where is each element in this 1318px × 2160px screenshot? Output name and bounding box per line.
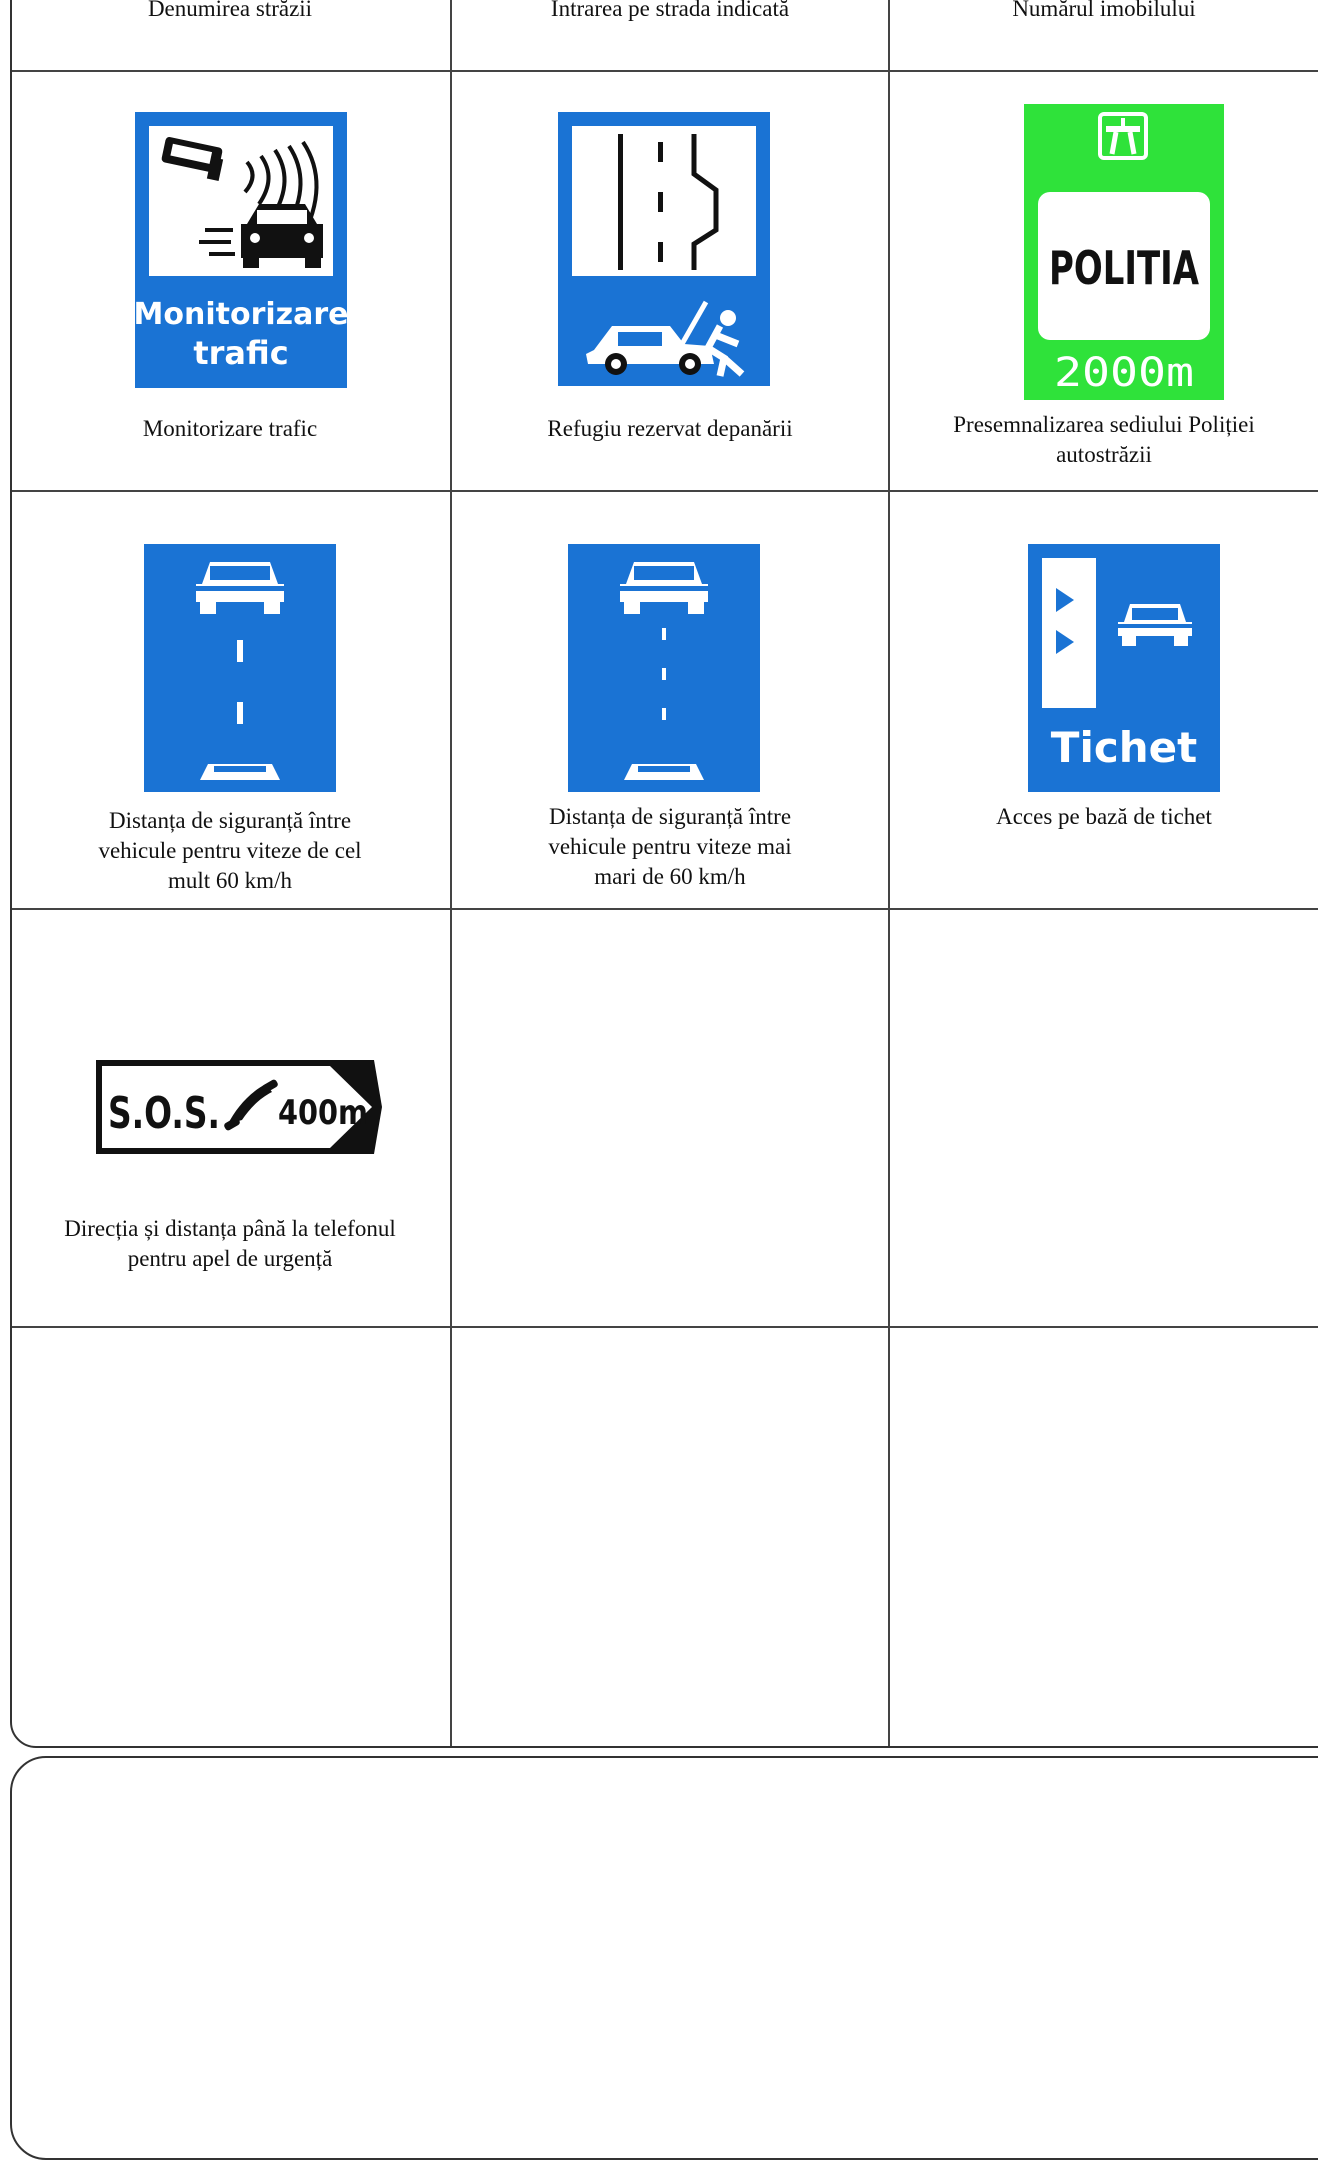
svg-text:2000m: 2000m: [1054, 350, 1194, 396]
row-divider: [12, 70, 1318, 72]
safety-distance-over-60-sign: [568, 544, 760, 792]
svg-text:POLITIA: POLITIA: [1049, 241, 1199, 295]
caption-safety-distance-60: Distanța de siguranță între vehicule pen…: [98, 808, 362, 893]
safety-distance-60-sign: [144, 544, 336, 792]
svg-text:Monitorizare: Monitorizare: [135, 297, 347, 332]
ticket-access-sign: Tichet: [1028, 544, 1220, 792]
traffic-monitoring-sign: Monitorizare trafic: [135, 112, 347, 388]
caption-street-name: Denumirea străzii: [147, 0, 313, 21]
caption-ticket-access: Acces pe bază de tichet: [996, 804, 1212, 829]
bottom-panel: [10, 1756, 1318, 2160]
sos-phone-direction-sign: S.O.S. 400m: [94, 1058, 384, 1156]
svg-text:trafic: trafic: [193, 334, 288, 372]
caption-building-number: Numărul imobilului: [1012, 0, 1196, 21]
caption-safety-distance-over-60: Distanța de siguranță între vehicule pen…: [548, 804, 792, 889]
row-divider: [12, 1326, 1318, 1328]
row-divider: [12, 490, 1318, 492]
caption-breakdown-refuge: Refugiu rezervat depanării: [547, 416, 793, 441]
caption-traffic-monitoring: Monitorizare trafic: [142, 416, 318, 441]
caption-sos-phone: Direcția și distanța până la telefonul p…: [64, 1216, 396, 1271]
column-divider: [888, 0, 890, 1746]
caption-police-presignal: Presemnalizarea sediului Poliției autost…: [953, 412, 1255, 467]
breakdown-refuge-sign: [558, 112, 770, 386]
svg-text:S.O.S.: S.O.S.: [108, 1088, 220, 1139]
police-headquarters-sign: POLITIA 2000m: [1024, 104, 1224, 400]
caption-street-entry: Intrarea pe strada indicată: [550, 0, 790, 21]
svg-text:400m: 400m: [278, 1093, 368, 1133]
svg-text:Tichet: Tichet: [1051, 723, 1197, 772]
row-divider: [12, 908, 1318, 910]
